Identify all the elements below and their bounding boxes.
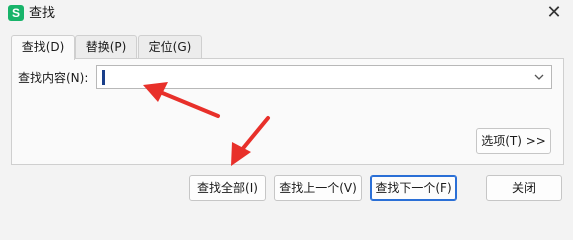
tab-goto[interactable]: 定位(G) [138,35,202,58]
find-previous-button[interactable]: 查找上一个(V) [274,175,362,201]
text-cursor [102,70,105,85]
find-next-button[interactable]: 查找下一个(F) [370,175,457,201]
options-button[interactable]: 选项(T) >> [476,128,551,154]
window-title: 查找 [29,6,56,21]
find-all-button[interactable]: 查找全部(I) [189,175,266,201]
title-bar: S 查找 ✕ [0,0,573,28]
tab-find[interactable]: 查找(D) [11,35,75,60]
tab-replace[interactable]: 替换(P) [75,35,137,58]
chevron-down-icon[interactable] [531,69,547,85]
close-button[interactable]: 关闭 [486,175,562,201]
find-content-label: 查找内容(N): [18,71,89,85]
find-content-input[interactable] [96,65,552,89]
wps-app-icon: S [8,5,24,21]
close-window-icon[interactable]: ✕ [543,2,565,24]
